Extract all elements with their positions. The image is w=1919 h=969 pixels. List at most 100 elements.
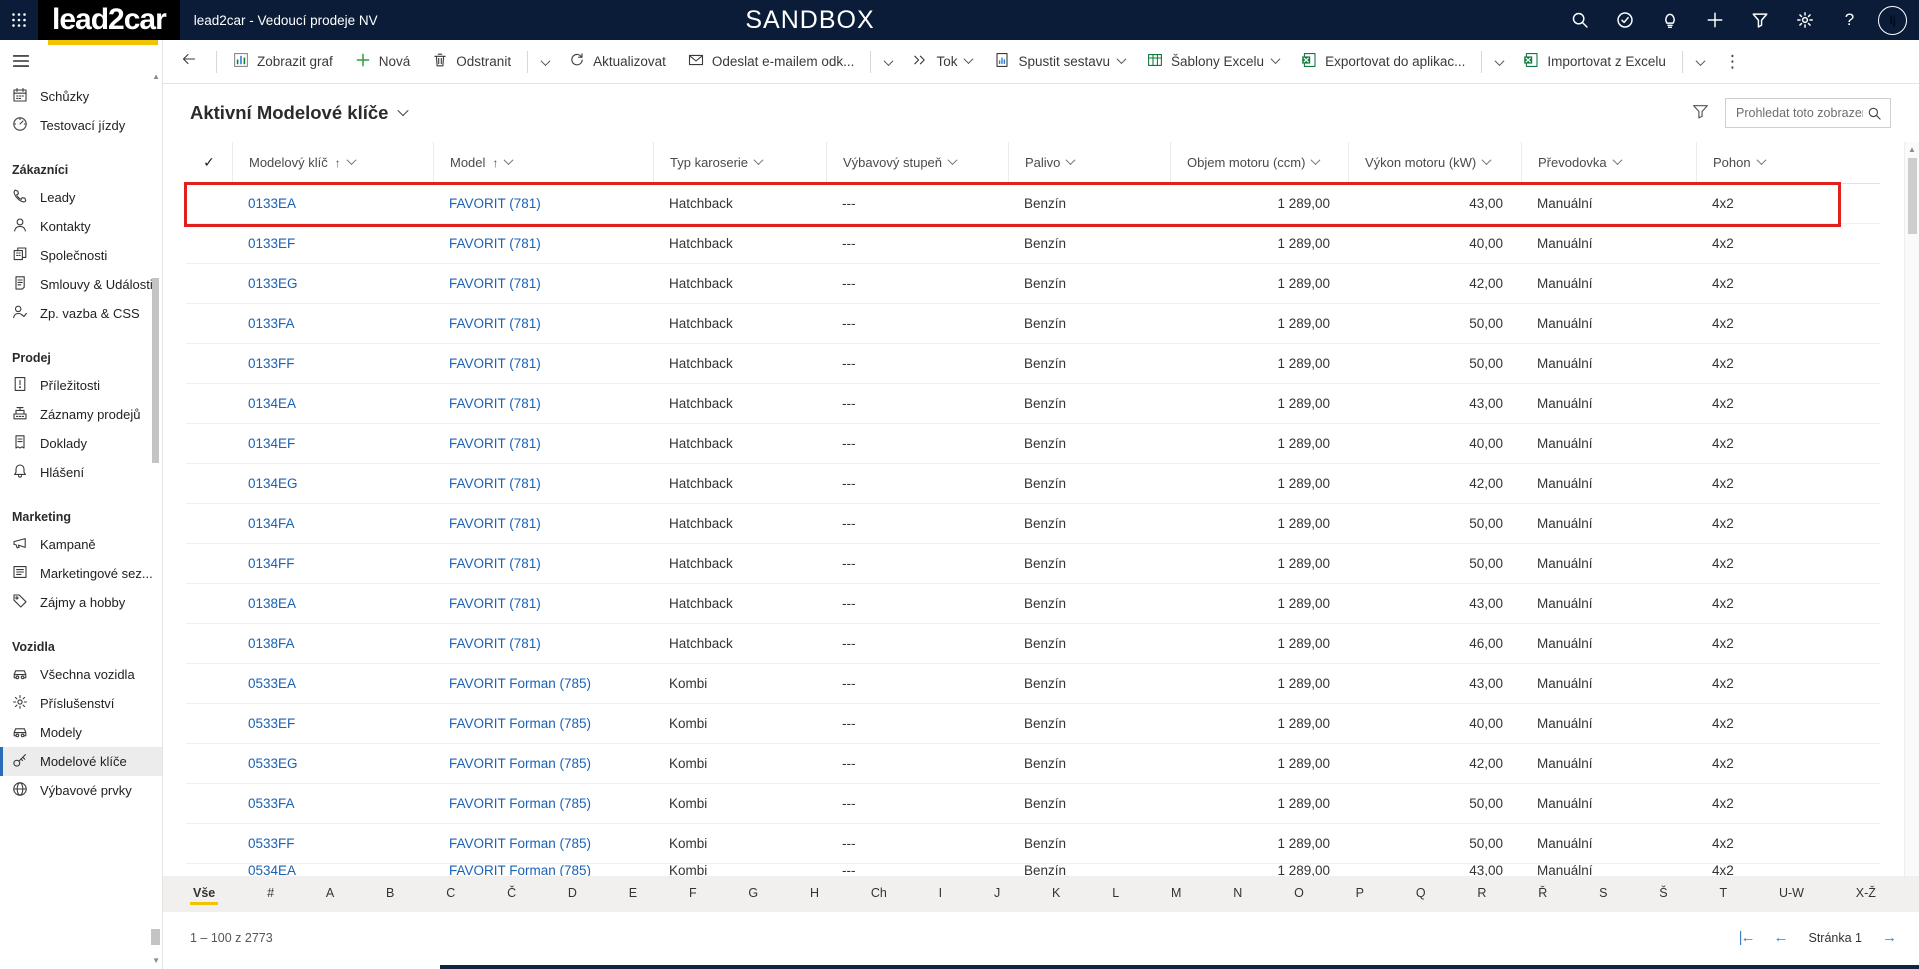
hamburger-icon[interactable]	[2, 46, 40, 76]
show-chart-button[interactable]: Zobrazit graf	[222, 45, 344, 79]
export-excel-button[interactable]: Exportovat do aplikac...	[1290, 45, 1476, 79]
sidebar-item-prilezitosti[interactable]: Příležitosti	[0, 371, 162, 400]
table-row[interactable]: 0133FA FAVORIT (781) Hatchback --- Benzín 1 2…	[186, 304, 1880, 344]
select-all-checkbox[interactable]: ✓	[186, 142, 232, 183]
sidebar-item-leady[interactable]: Leady	[0, 183, 162, 212]
flow-button[interactable]: Tok	[901, 45, 983, 79]
table-row[interactable]: 0133EG FAVORIT (781) Hatchback --- Benzín 1 2…	[186, 264, 1880, 304]
filter-icon[interactable]	[1692, 103, 1709, 123]
filter-button[interactable]	[1737, 0, 1782, 40]
row-checkbox-cell[interactable]	[186, 464, 232, 503]
record-link[interactable]: FAVORIT (781)	[433, 264, 653, 303]
record-link[interactable]: FAVORIT (781)	[433, 304, 653, 343]
more-commands-button[interactable]: ⋮	[1713, 45, 1752, 79]
back-button[interactable]	[167, 45, 211, 79]
record-link[interactable]: 0134FF	[232, 544, 433, 583]
table-row[interactable]: 0134FF FAVORIT (781) Hatchback --- Benzín 1 2…	[186, 544, 1880, 584]
row-checkbox-cell[interactable]	[186, 424, 232, 463]
jump-letter-a[interactable]: A	[323, 884, 337, 905]
column-header[interactable]: Modelový klíč ↑	[232, 142, 433, 183]
sidebar-item-kontakty[interactable]: Kontakty	[0, 212, 162, 241]
record-link[interactable]: FAVORIT (781)	[433, 224, 653, 263]
row-checkbox-cell[interactable]	[186, 544, 232, 583]
new-button[interactable]: Nová	[344, 45, 422, 79]
table-row[interactable]: 0533FA FAVORIT Forman (785) Kombi --- Benzín…	[186, 784, 1880, 824]
grid-scroll-up-icon[interactable]: ▲	[1908, 145, 1916, 154]
sidebar-item-kampane[interactable]: Kampaně	[0, 530, 162, 559]
row-checkbox-cell[interactable]	[186, 664, 232, 703]
jump-letter-g[interactable]: G	[745, 884, 761, 905]
search-button[interactable]	[1557, 0, 1602, 40]
import-excel-button[interactable]: Importovat z Excelu	[1512, 45, 1677, 79]
record-link[interactable]: FAVORIT (781)	[433, 464, 653, 503]
jump-letter-m[interactable]: M	[1168, 884, 1184, 905]
jump-letter-ř[interactable]: Ř	[1535, 884, 1550, 905]
row-checkbox-cell[interactable]	[186, 864, 232, 876]
table-row[interactable]: 0533EG FAVORIT Forman (785) Kombi --- Benzín…	[186, 744, 1880, 784]
row-checkbox-cell[interactable]	[186, 824, 232, 863]
column-header[interactable]: Výkon motoru (kW)	[1348, 142, 1521, 183]
column-header[interactable]: Model ↑	[433, 142, 653, 183]
jump-letter-vše[interactable]: Vše	[190, 884, 219, 905]
record-link[interactable]: 0533FF	[232, 824, 433, 863]
row-checkbox-cell[interactable]	[186, 784, 232, 823]
record-link[interactable]: FAVORIT (781)	[433, 344, 653, 383]
table-row[interactable]: 0133EF FAVORIT (781) Hatchback --- Benzín 1 2…	[186, 224, 1880, 264]
sidebar-item-doklady[interactable]: Doklady	[0, 429, 162, 458]
jump-letter-s[interactable]: S	[1596, 884, 1610, 905]
record-link[interactable]: FAVORIT (781)	[433, 184, 653, 223]
jump-letter-d[interactable]: D	[565, 884, 580, 905]
column-header[interactable]: Pohon	[1696, 142, 1880, 183]
column-header[interactable]: Palivo	[1008, 142, 1170, 183]
row-checkbox-cell[interactable]	[186, 224, 232, 263]
first-page-icon[interactable]: |←	[1739, 930, 1756, 945]
record-link[interactable]: FAVORIT Forman (785)	[433, 744, 653, 783]
previous-page-icon[interactable]: ←	[1773, 930, 1788, 945]
jump-letter-u-w[interactable]: U-W	[1776, 884, 1807, 905]
check-circle-button[interactable]	[1602, 0, 1647, 40]
record-link[interactable]: FAVORIT (781)	[433, 424, 653, 463]
row-checkbox-cell[interactable]	[186, 264, 232, 303]
jump-letter-p[interactable]: P	[1353, 884, 1367, 905]
table-row[interactable]: 0138EA FAVORIT (781) Hatchback --- Benzín 1 2…	[186, 584, 1880, 624]
table-row[interactable]: 0533FF FAVORIT Forman (785) Kombi --- Benzín…	[186, 824, 1880, 864]
table-row[interactable]: 0134EF FAVORIT (781) Hatchback --- Benzín 1 2…	[186, 424, 1880, 464]
record-link[interactable]: 0134EG	[232, 464, 433, 503]
email-more-chevron[interactable]	[876, 45, 901, 79]
sidebar-item-spolecnosti[interactable]: Společnosti	[0, 241, 162, 270]
row-checkbox-cell[interactable]	[186, 344, 232, 383]
sidebar-scrollbar-thumb-bottom[interactable]	[151, 929, 160, 945]
row-checkbox-cell[interactable]	[186, 624, 232, 663]
jump-letter-č[interactable]: Č	[504, 884, 519, 905]
record-link[interactable]: 0533EA	[232, 664, 433, 703]
record-link[interactable]: FAVORIT Forman (785)	[433, 664, 653, 703]
jump-letter-e[interactable]: E	[626, 884, 640, 905]
row-checkbox-cell[interactable]	[186, 584, 232, 623]
sidebar-scroll-down-icon[interactable]: ▼	[152, 956, 160, 965]
delete-more-chevron[interactable]	[533, 45, 558, 79]
table-row[interactable]: 0134EG FAVORIT (781) Hatchback --- Benzín 1 2…	[186, 464, 1880, 504]
table-row[interactable]: 0133FF FAVORIT (781) Hatchback --- Benzín 1 2…	[186, 344, 1880, 384]
column-header[interactable]: Výbavový stupeň	[826, 142, 1008, 183]
sidebar-item-smlouvy-udalosti[interactable]: Smlouvy & Události	[0, 270, 162, 299]
search-icon[interactable]	[1867, 106, 1890, 121]
sidebar-item-modelove-klice[interactable]: Modelové klíče	[0, 747, 162, 776]
excel-templates-button[interactable]: Šablony Excelu	[1136, 45, 1290, 79]
help-button[interactable]: ?	[1827, 0, 1872, 40]
grid-scrollbar-thumb[interactable]	[1908, 158, 1917, 234]
record-link[interactable]: 0133FF	[232, 344, 433, 383]
app-logo[interactable]: lead2car	[38, 0, 180, 40]
row-checkbox-cell[interactable]	[186, 744, 232, 783]
record-link[interactable]: 0133EA	[232, 184, 433, 223]
record-link[interactable]: 0133EF	[232, 224, 433, 263]
record-link[interactable]: FAVORIT Forman (785)	[433, 784, 653, 823]
record-link[interactable]: 0534EA	[232, 864, 433, 876]
horizontal-scrollbar-thumb[interactable]	[440, 965, 1919, 969]
export-more-chevron[interactable]	[1487, 45, 1512, 79]
jump-letter-r[interactable]: R	[1474, 884, 1489, 905]
jump-letter-#[interactable]: #	[264, 884, 277, 905]
record-link[interactable]: FAVORIT (781)	[433, 544, 653, 583]
jump-letter-t[interactable]: T	[1716, 884, 1730, 905]
jump-letter-n[interactable]: N	[1230, 884, 1245, 905]
record-link[interactable]: 0134FA	[232, 504, 433, 543]
